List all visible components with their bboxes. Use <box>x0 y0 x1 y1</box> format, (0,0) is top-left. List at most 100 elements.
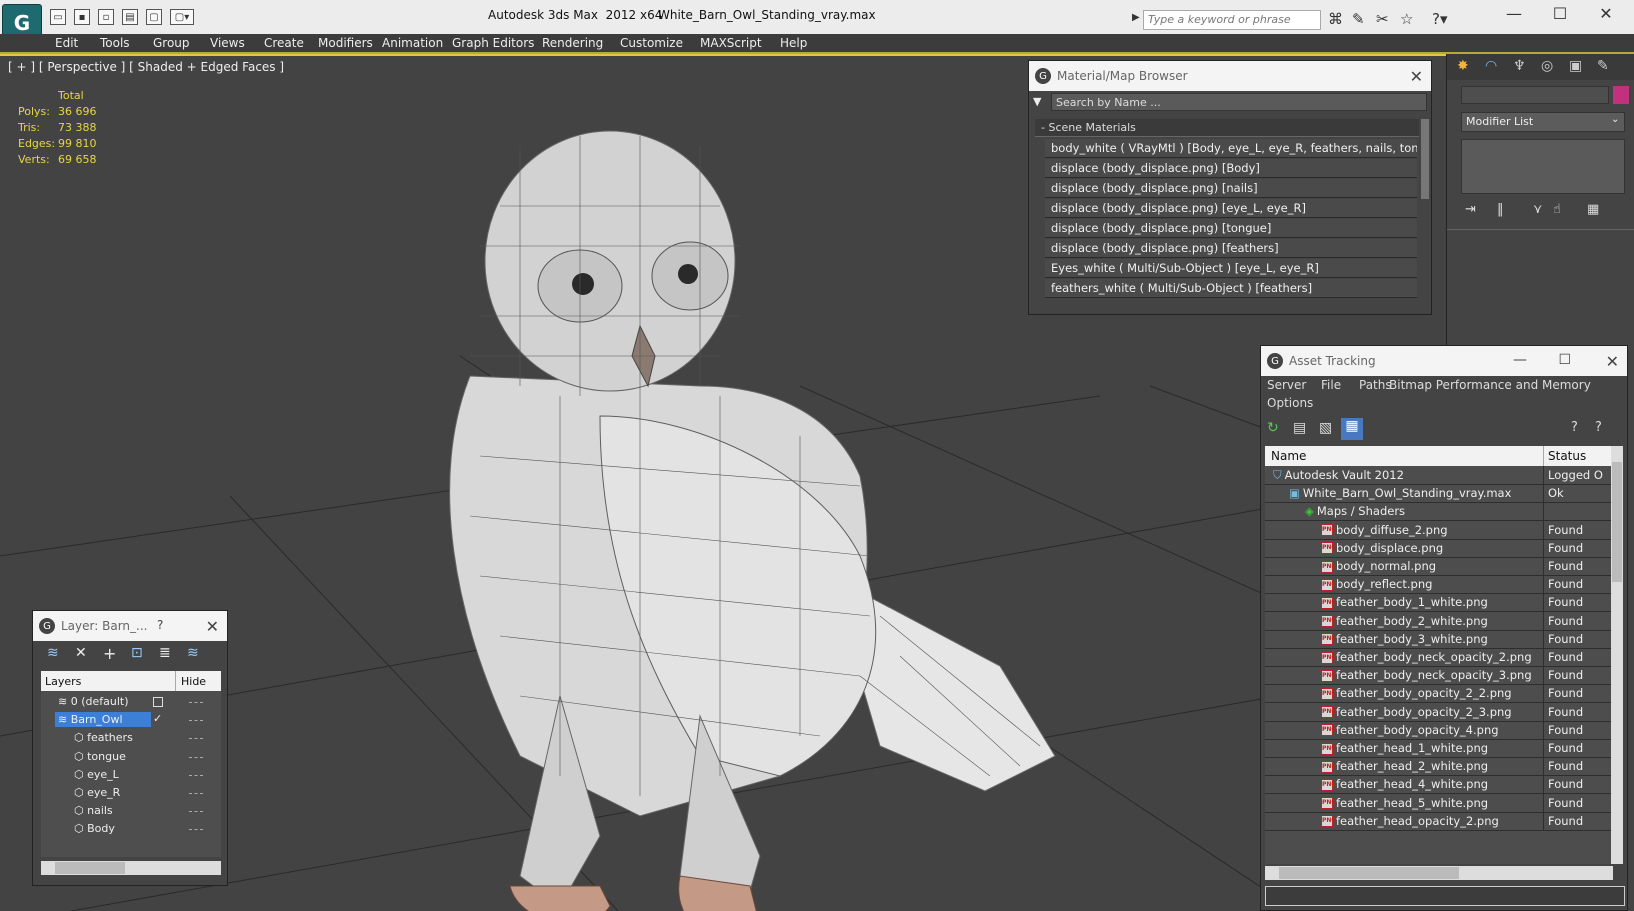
minimize-icon[interactable]: — <box>1513 352 1527 368</box>
asset-row[interactable]: PNGfeather_head_1_white.png Found <box>1265 739 1613 758</box>
layer-window-titlebar[interactable]: G Layer: Barn_... ? ✕ <box>33 611 227 641</box>
menu-views[interactable]: Views <box>210 36 245 50</box>
asset-row[interactable]: PNGfeather_body_neck_opacity_2.png Found <box>1265 648 1613 667</box>
material-row[interactable]: body_white ( VRayMtl ) [Body, eye_L, eye… <box>1045 139 1417 158</box>
asset-row[interactable]: PNGfeather_body_3_white.png Found <box>1265 629 1613 649</box>
layer-help[interactable]: ? <box>157 618 163 632</box>
close-icon[interactable]: ✕ <box>1606 352 1619 371</box>
menu-bitmap-performance[interactable]: Bitmap Performance and Memory <box>1389 378 1591 392</box>
open-icon[interactable]: ▭ <box>50 9 66 25</box>
scrollbar-thumb[interactable] <box>55 862 125 874</box>
column-layers[interactable]: Layers <box>45 675 81 688</box>
pin-stack-icon[interactable]: ⇥ <box>1465 202 1476 217</box>
hide-toggle[interactable] <box>189 829 203 831</box>
maximize-icon[interactable]: ☐ <box>1558 352 1571 368</box>
hide-toggle[interactable] <box>189 811 203 813</box>
layer-row[interactable]: ≋ Barn_Owl ✓ <box>41 711 221 730</box>
modify-tab-icon[interactable]: ◠ <box>1485 58 1497 74</box>
material-row[interactable]: displace (body_displace.png) [feathers] <box>1045 239 1417 258</box>
material-search-input[interactable]: Search by Name ... <box>1051 93 1427 111</box>
save-icon[interactable]: ▪ <box>74 9 90 25</box>
material-row[interactable]: Eyes_white ( Multi/Sub-Object ) [eye_L, … <box>1045 259 1417 278</box>
asset-row[interactable]: PNGfeather_body_1_white.png Found <box>1265 593 1613 613</box>
menu-group[interactable]: Group <box>153 36 190 50</box>
menu-options[interactable]: Options <box>1267 396 1313 410</box>
modifier-stack[interactable] <box>1461 139 1625 194</box>
new-layer-icon[interactable]: ≋ <box>47 645 59 661</box>
layer-row[interactable]: ⬡ Body <box>41 820 221 839</box>
hold-icon[interactable]: ▤ <box>122 9 138 25</box>
scrollbar-thumb[interactable] <box>1612 462 1622 582</box>
asset-row[interactable]: PNGfeather_head_4_white.png Found <box>1265 775 1613 795</box>
asset-row[interactable]: ◈ Maps / Shaders <box>1265 502 1613 522</box>
scrollbar-thumb[interactable] <box>1279 867 1459 879</box>
delete-layer-icon[interactable]: ✕ <box>75 645 87 661</box>
layer-row[interactable]: ⬡ tongue <box>41 748 221 767</box>
material-row[interactable]: displace (body_displace.png) [tongue] <box>1045 219 1417 238</box>
tools-icon[interactable]: ✂ <box>1376 10 1389 28</box>
asset-row[interactable]: PNGfeather_head_opacity_2.png Found <box>1265 811 1613 831</box>
material-row[interactable]: feathers_white ( Multi/Sub-Object ) [fea… <box>1045 279 1417 298</box>
remove-modifier-icon[interactable]: ☝ <box>1553 202 1561 217</box>
close-icon[interactable]: ✕ <box>206 617 219 636</box>
create-tab-icon[interactable]: ✸ <box>1457 58 1469 74</box>
utilities-tab-icon[interactable]: ✎ <box>1597 58 1609 74</box>
hide-toggle[interactable] <box>189 793 203 794</box>
asset-row[interactable]: PNGfeather_body_2_white.png Found <box>1265 611 1613 631</box>
configure-modifier-sets-icon[interactable]: ▦ <box>1587 202 1599 217</box>
options-arrow-icon[interactable]: ▼ <box>1033 95 1041 108</box>
binoculars-icon[interactable]: ⌘ <box>1328 10 1343 28</box>
help-icon[interactable]: ?▾ <box>1432 10 1448 28</box>
object-name-field[interactable] <box>1461 86 1609 104</box>
menu-file[interactable]: File <box>1321 378 1341 392</box>
material-row[interactable]: displace (body_displace.png) [nails] <box>1045 179 1417 198</box>
hide-toggle[interactable] <box>189 720 203 722</box>
menu-animation[interactable]: Animation <box>382 36 443 50</box>
active-layer-check-icon[interactable]: ✓ <box>153 712 162 725</box>
asset-row[interactable]: PNGbody_displace.png Found <box>1265 538 1613 558</box>
column-status[interactable]: Status <box>1548 449 1586 463</box>
menu-server[interactable]: Server <box>1267 378 1306 392</box>
asset-row[interactable]: PNGbody_reflect.png Found <box>1265 575 1613 595</box>
column-name[interactable]: Name <box>1271 449 1306 463</box>
close-icon[interactable]: ✕ <box>1410 67 1423 86</box>
layer-row[interactable]: ⬡ feathers <box>41 729 221 748</box>
asset-row[interactable]: PNGbody_diffuse_2.png Found <box>1265 520 1613 540</box>
asset-row[interactable]: PNGfeather_body_neck_opacity_3.png Found <box>1265 666 1613 686</box>
menu-edit[interactable]: Edit <box>55 36 78 50</box>
menu-customize[interactable]: Customize <box>620 36 683 50</box>
hide-toggle[interactable] <box>189 774 203 776</box>
close-icon[interactable]: ✕ <box>1586 4 1626 23</box>
fetch-icon[interactable]: ▢ <box>146 9 162 25</box>
search-input[interactable]: Type a keyword or phrase <box>1143 10 1321 30</box>
layer-row[interactable]: ≋ 0 (default) <box>41 693 221 712</box>
show-end-result-icon[interactable]: ‖ <box>1497 202 1504 217</box>
communication-center-icon[interactable]: ✎ <box>1352 10 1365 28</box>
modifier-list-dropdown[interactable]: Modifier List <box>1461 112 1625 132</box>
layer-row[interactable]: ⬡ eye_L <box>41 766 221 785</box>
column-hide[interactable]: Hide <box>181 675 206 688</box>
asset-tracking-titlebar[interactable]: G Asset Tracking — ☐ ✕ <box>1261 346 1627 376</box>
hide-toggle[interactable] <box>189 702 203 703</box>
hide-toggle[interactable] <box>189 756 203 758</box>
material-row[interactable]: displace (body_displace.png) [Body] <box>1045 159 1417 178</box>
project-folder-icon[interactable]: ▢▾ <box>170 9 194 25</box>
maximize-icon[interactable]: ☐ <box>1540 4 1580 23</box>
table-view-icon[interactable]: ▦ <box>1341 418 1363 440</box>
menu-rendering[interactable]: Rendering <box>542 36 603 50</box>
active-layer-checkbox[interactable] <box>153 697 163 707</box>
menu-create[interactable]: Create <box>264 36 304 50</box>
hide-toggle[interactable] <box>189 738 203 740</box>
menu-paths[interactable]: Paths <box>1359 378 1392 392</box>
asset-row[interactable]: PNGfeather_head_5_white.png Found <box>1265 793 1613 813</box>
menu-help[interactable]: Help <box>780 36 807 50</box>
column-separator[interactable] <box>175 671 176 691</box>
hide-all-icon[interactable]: ≋ <box>187 645 199 661</box>
list-view-icon[interactable]: ▤ <box>1293 420 1306 436</box>
asset-row[interactable]: PNGfeather_body_opacity_2_3.png Found <box>1265 702 1613 722</box>
highlight-layer-icon[interactable]: ≣ <box>159 645 171 661</box>
favorites-icon[interactable]: ☆ <box>1400 10 1413 28</box>
search-arrow-icon[interactable]: ▶ <box>1132 12 1140 23</box>
layer-row[interactable]: ⬡ nails <box>41 802 221 821</box>
asset-row[interactable]: ▣ White_Barn_Owl_Standing_vray.max Ok <box>1265 484 1613 504</box>
